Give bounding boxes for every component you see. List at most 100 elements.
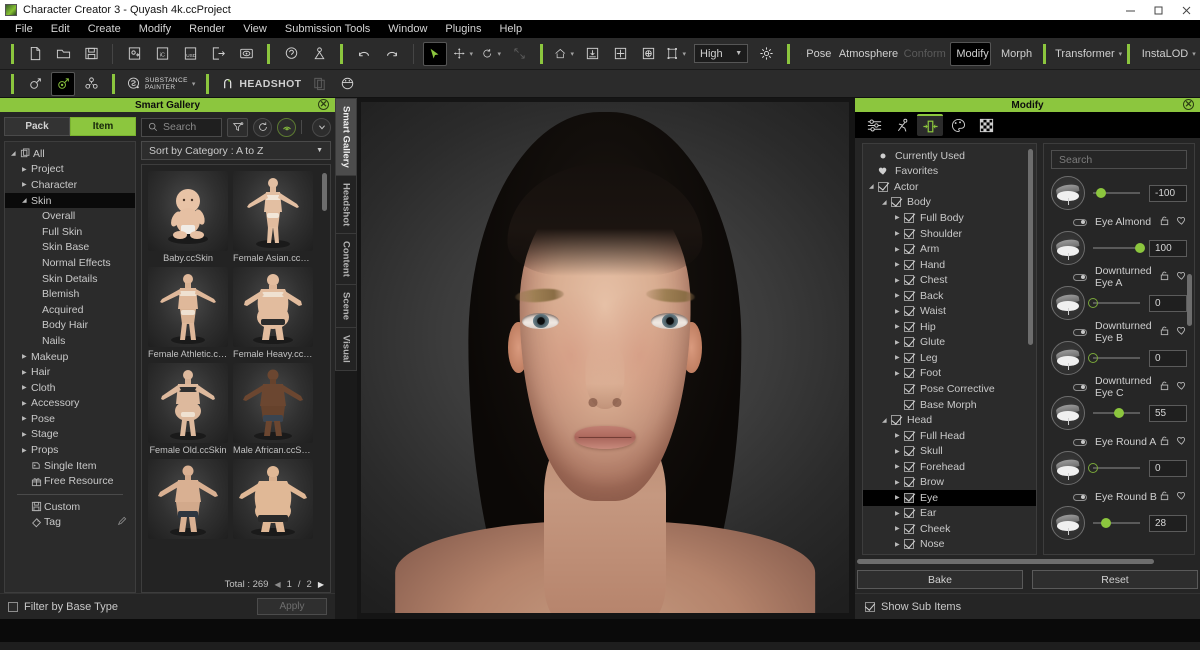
chevron-down-icon[interactable]: ◢ [882,199,891,206]
morph-tree-checkbox[interactable] [904,383,914,394]
gallery-tree-item-props[interactable]: ▶ Props [5,442,135,458]
chevron-right-icon[interactable]: ▶ [895,448,904,455]
gallery-next-page-icon[interactable]: ▶ [318,580,324,589]
chevron-right-icon[interactable]: ▶ [22,353,31,360]
panel-tab-smart-gallery[interactable]: Smart Gallery [335,98,357,176]
gallery-scrollbar[interactable] [322,173,327,211]
morph-tree-checkbox[interactable] [904,259,914,270]
morph-tree-checkbox[interactable] [904,306,914,317]
morph-tree-checkbox[interactable] [904,399,914,410]
morph-tree-item-hip[interactable]: ▶ Hip [863,319,1036,335]
gallery-tree-item-project[interactable]: ▶ Project [5,162,135,178]
favorite-icon[interactable] [1176,435,1187,449]
morph-slider-knob[interactable] [1088,463,1098,473]
panel-tab-content[interactable]: Content [335,234,357,285]
gallery-category-tree[interactable]: ◢ All ▶ Project ▶ Character ◢ Skin Overall Full S… [4,141,136,593]
chevron-right-icon[interactable]: ▶ [22,415,31,422]
male-character-icon[interactable] [23,72,47,96]
morph-tree-checkbox[interactable] [904,477,914,488]
morph-tree-item-forehead[interactable]: ▶ Forehead [863,459,1036,475]
favorite-icon[interactable] [1176,490,1187,504]
chevron-right-icon[interactable]: ▶ [895,323,904,330]
morph-slider-value[interactable]: 0 [1149,294,1187,312]
render-quality-select[interactable]: High ▼ [694,44,749,63]
gallery-item-thumbnail[interactable] [233,459,313,539]
filter-base-type-checkbox[interactable] [8,601,18,612]
morph-tree-checkbox[interactable] [878,181,888,192]
chevron-right-icon[interactable]: ▶ [895,370,904,377]
morph-slider-track[interactable] [1088,298,1140,308]
modify-button[interactable]: Modify [949,41,992,66]
morph-slider-track[interactable] [1088,463,1140,473]
gallery-item[interactable] [148,459,228,541]
morph-slider-toggle[interactable] [1073,328,1087,336]
import-usd-icon[interactable]: USD [178,42,202,66]
morph-preview-icon[interactable] [1051,451,1085,485]
menu-item-submission-tools[interactable]: Submission Tools [276,20,379,38]
menu-item-modify[interactable]: Modify [130,20,180,38]
import-character-icon[interactable] [122,42,146,66]
morph-slider-value[interactable]: 28 [1149,514,1187,532]
morph-slider-value[interactable]: -100 [1149,184,1187,202]
show-sub-items-checkbox[interactable] [865,601,875,612]
chevron-right-icon[interactable]: ▶ [22,166,31,173]
filter-icon[interactable] [227,117,248,137]
preview-icon[interactable] [636,42,660,66]
morph-tree-checkbox[interactable] [904,290,914,301]
morph-slider-toggle[interactable] [1073,438,1087,446]
texture-tab-icon[interactable] [973,114,999,136]
morph-tree-item-hand[interactable]: ▶ Hand [863,257,1036,273]
morph-tree-item-body[interactable]: ◢ Body [863,195,1036,211]
morph-tree-item-full-head[interactable]: ▶ Full Head [863,428,1036,444]
headshot-button[interactable]: HEADSHOT [218,72,303,96]
morph-slider-value[interactable]: 100 [1149,239,1187,257]
morph-slider-track[interactable] [1093,518,1140,528]
lock-icon[interactable] [1159,270,1170,284]
maximize-button[interactable] [1144,0,1172,20]
atmosphere-button[interactable]: Atmosphere [837,42,898,66]
copy-layer-icon[interactable] [308,72,332,96]
morph-tree-item-glute[interactable]: ▶ Glute [863,335,1036,351]
morph-tree-checkbox[interactable] [904,352,914,363]
morph-tree-item-ear[interactable]: ▶ Ear [863,506,1036,522]
gallery-tree-item-makeup[interactable]: ▶ Makeup [5,349,135,365]
face-mask-icon[interactable] [336,72,360,96]
pack-tab[interactable]: Pack [4,117,70,136]
morph-preview-icon[interactable] [1051,506,1085,540]
gallery-item[interactable] [233,459,313,541]
favorite-icon[interactable] [1176,270,1187,284]
chevron-right-icon[interactable]: ▶ [22,181,31,188]
gallery-prev-page-icon[interactable]: ◀ [274,580,280,589]
gallery-item-thumbnail[interactable] [233,171,313,251]
favorite-icon[interactable] [1176,325,1187,339]
lock-icon[interactable] [1159,380,1170,394]
morph-tree-item-brow[interactable]: ▶ Brow [863,474,1036,490]
morph-tree-item-foot[interactable]: ▶ Foot [863,366,1036,382]
rotate-tool-caret-icon[interactable]: ▾ [497,50,501,58]
morph-preview-icon[interactable] [1051,231,1085,265]
morph-slider-toggle[interactable] [1073,273,1087,281]
morph-tree-checkbox[interactable] [904,523,914,534]
chevron-down-icon[interactable]: ◢ [869,183,878,190]
gallery-tree-item-full-skin[interactable]: Full Skin [5,224,135,240]
chevron-right-icon[interactable]: ▶ [895,277,904,284]
morph-slider-toggle[interactable] [1073,493,1087,501]
morph-tree-checkbox[interactable] [904,461,914,472]
chevron-right-icon[interactable]: ▶ [895,541,904,548]
morph-tree-item-leg[interactable]: ▶ Leg [863,350,1036,366]
chevron-down-icon[interactable]: ◢ [882,417,891,424]
gallery-item[interactable]: Female Old.ccSkin [148,363,228,455]
viewport-3d[interactable] [357,98,855,619]
gallery-item[interactable]: Female Asian.ccSkin [233,171,313,263]
reset-button[interactable]: Reset [1032,570,1198,589]
morph-tree-item-arm[interactable]: ▶ Arm [863,241,1036,257]
move-tool-icon[interactable]: ▾ [451,42,475,66]
panel-tab-scene[interactable]: Scene [335,284,357,328]
morph-slider-knob[interactable] [1113,408,1124,418]
gallery-item[interactable]: Baby.ccSkin [148,171,228,263]
chevron-right-icon[interactable]: ▶ [895,494,904,501]
gallery-item-thumbnail[interactable] [148,171,228,251]
morph-preview-icon[interactable] [1051,341,1085,375]
morph-slider-track[interactable] [1088,353,1140,363]
morph-slider-value[interactable]: 55 [1149,404,1187,422]
